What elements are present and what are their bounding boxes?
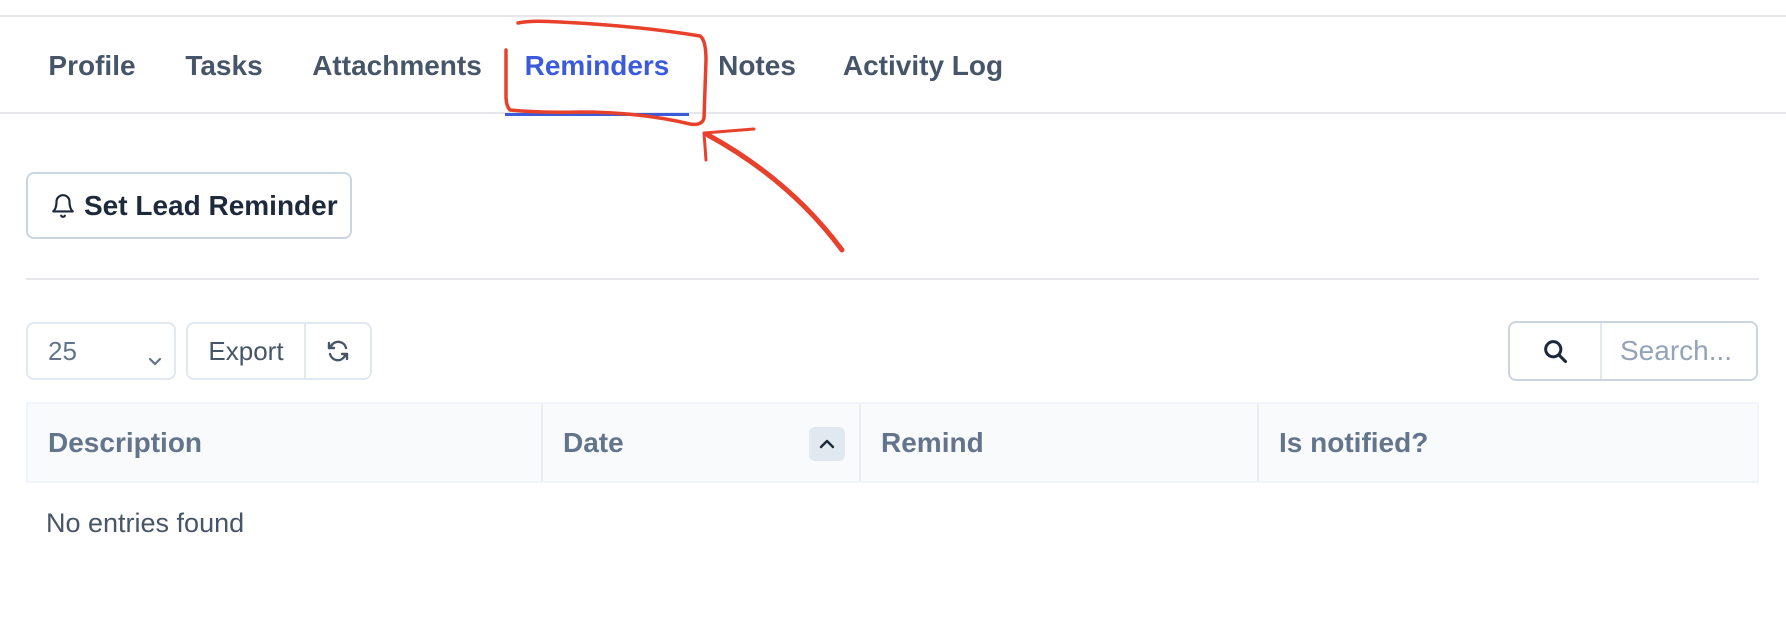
- tab-profile[interactable]: Profile: [26, 17, 158, 114]
- chevron-down-icon: [146, 344, 164, 366]
- column-header-remind[interactable]: Remind: [861, 404, 1259, 481]
- search-button[interactable]: [1510, 323, 1602, 379]
- bell-icon: [50, 192, 76, 220]
- table-header: Description Date Remind Is notified?: [26, 402, 1759, 483]
- column-header-date-label: Date: [563, 426, 624, 458]
- page-length-value: 25: [48, 335, 77, 366]
- sort-ascending-icon: [809, 427, 845, 461]
- tab-tasks[interactable]: Tasks: [158, 17, 290, 114]
- table-actions: Export: [186, 322, 372, 380]
- tab-reminders[interactable]: Reminders: [505, 17, 689, 116]
- search-input[interactable]: [1602, 323, 1756, 379]
- empty-table-message: No entries found: [46, 507, 245, 538]
- refresh-icon: [326, 339, 350, 363]
- tab-notes[interactable]: Notes: [694, 17, 820, 114]
- tab-activity-log[interactable]: Activity Log: [820, 17, 1026, 114]
- section-divider: [26, 278, 1759, 280]
- tab-attachments[interactable]: Attachments: [290, 17, 504, 114]
- set-lead-reminder-label: Set Lead Reminder: [84, 189, 338, 221]
- column-header-description[interactable]: Description: [28, 404, 543, 481]
- export-button[interactable]: Export: [188, 324, 306, 378]
- column-header-is-notified[interactable]: Is notified?: [1259, 404, 1757, 481]
- column-header-date[interactable]: Date: [543, 404, 861, 481]
- page-length-select[interactable]: 25: [26, 322, 176, 380]
- lead-tabs: Profile Tasks Attachments Reminders Note…: [0, 17, 1786, 116]
- table-search: [1508, 321, 1758, 381]
- annotation-arrow: [705, 132, 845, 253]
- search-icon: [1541, 337, 1569, 365]
- reminders-table: Description Date Remind Is notified? No …: [26, 402, 1759, 563]
- annotation-arrow-head: [702, 127, 756, 162]
- refresh-button[interactable]: [306, 324, 370, 378]
- set-lead-reminder-button[interactable]: Set Lead Reminder: [26, 172, 352, 239]
